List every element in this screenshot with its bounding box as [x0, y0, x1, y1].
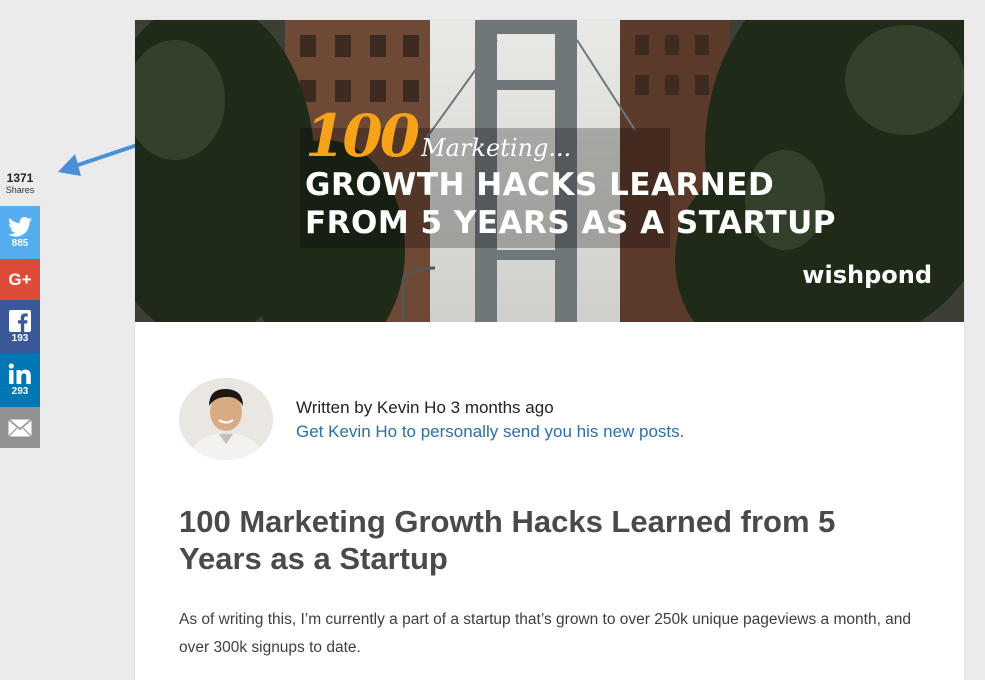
- hero-banner: 100 Marketing... GROWTH HACKS LEARNED FRO…: [135, 20, 964, 322]
- hero-number: 100: [305, 102, 420, 170]
- follow-author-link[interactable]: Get Kevin Ho to personally send you his …: [296, 420, 684, 444]
- facebook-share-button[interactable]: 193: [0, 300, 40, 353]
- googleplus-icon: G+: [8, 269, 32, 289]
- author-row: Written by Kevin Ho 3 months ago Get Kev…: [179, 378, 899, 460]
- article-card: 100 Marketing... GROWTH HACKS LEARNED FRO…: [135, 20, 964, 680]
- linkedin-icon: [8, 363, 31, 384]
- share-total: 1371: [6, 171, 34, 185]
- share-count: 1371 Shares: [0, 171, 40, 195]
- hero-line-1: GROWTH HACKS LEARNED: [305, 167, 775, 203]
- email-share-button[interactable]: [0, 407, 40, 448]
- googleplus-share-button[interactable]: G+: [0, 259, 40, 300]
- hero-headline: 100 Marketing... GROWTH HACKS LEARNED FRO…: [305, 106, 836, 242]
- email-icon: [8, 418, 32, 437]
- share-total-label: Shares: [5, 185, 35, 195]
- article-intro: As of writing this, I’m currently a part…: [179, 611, 912, 656]
- linkedin-share-count: 293: [11, 386, 29, 397]
- article-title: 100 Marketing Growth Hacks Learned from …: [179, 504, 836, 576]
- hero-line-2: FROM 5 YEARS AS A STARTUP: [305, 205, 836, 241]
- twitter-share-count: 885: [11, 237, 29, 249]
- facebook-icon: [9, 309, 31, 332]
- twitter-icon: [8, 216, 32, 237]
- linkedin-share-button[interactable]: 293: [0, 353, 40, 407]
- brand-logo: wishpond: [802, 261, 932, 289]
- facebook-share-count: 193: [11, 332, 29, 344]
- author-byline: Written by Kevin Ho 3 months ago: [296, 398, 554, 417]
- twitter-share-button[interactable]: 885: [0, 206, 40, 259]
- avatar: [179, 378, 273, 460]
- hero-script-word: Marketing...: [421, 134, 572, 162]
